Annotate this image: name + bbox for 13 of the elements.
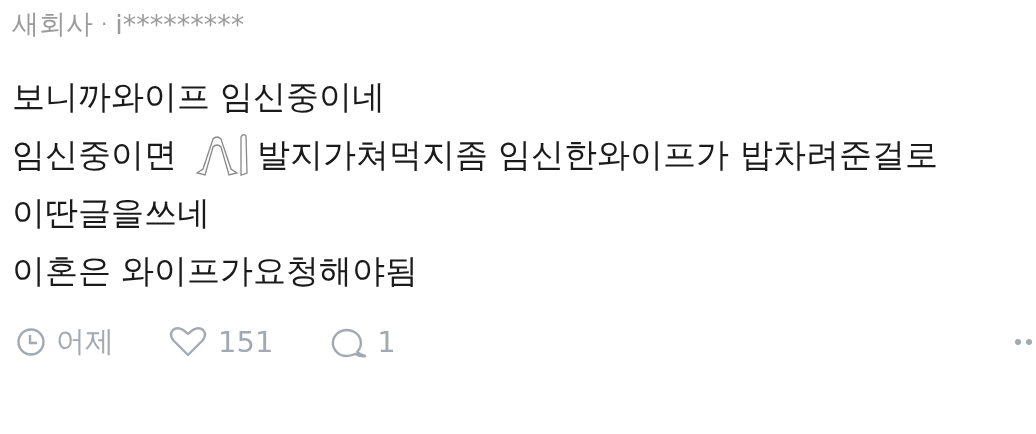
heart-icon[interactable] — [168, 326, 208, 358]
comment-count: 1 — [377, 325, 396, 359]
comment-text: 이딴글을쓰네 — [12, 191, 210, 234]
comment-time: 어제 — [56, 323, 114, 360]
author-name: i********* — [115, 8, 245, 40]
like-count: 151 — [218, 325, 274, 359]
comment-text: 발지가쳐먹지좀 임신한와이프가 밥차려준걸로 — [257, 133, 938, 176]
separator-dot: · — [101, 12, 108, 36]
comment-text: 이혼은 와이프가요청해야됨 — [12, 249, 419, 292]
company-name: 새회사 — [12, 7, 93, 41]
comment-text: 보니까와이프 임신중이네 — [12, 75, 386, 118]
comment-text: 임신중이면 — [12, 133, 177, 176]
clock-icon — [16, 327, 46, 357]
